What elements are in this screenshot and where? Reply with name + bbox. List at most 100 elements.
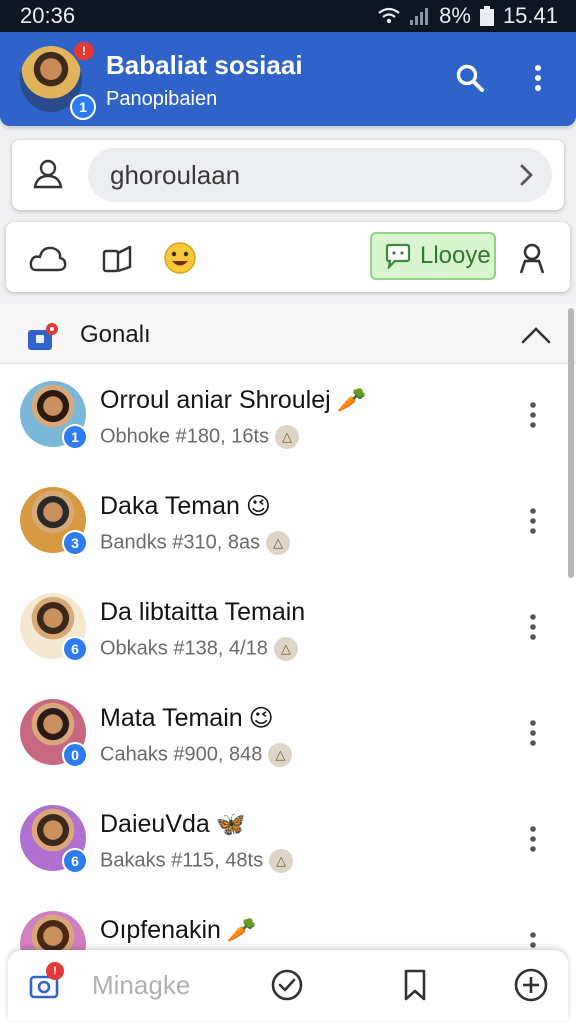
bookmark-icon bbox=[404, 969, 426, 1001]
emoji-icon bbox=[164, 242, 196, 274]
scrollbar[interactable] bbox=[568, 308, 574, 578]
search-card: ghoroulaan bbox=[12, 140, 564, 210]
contact-name-text: Mata Temain bbox=[100, 704, 243, 732]
contact-name-text: Oıpfenakin bbox=[100, 916, 221, 944]
check-circle-icon bbox=[271, 969, 303, 1001]
contact-emoji: 😉 bbox=[245, 493, 271, 520]
contact-name: Orroul aniar Shroulej 🥕 bbox=[100, 386, 367, 415]
contact-name: DaieuVda 🦋 bbox=[100, 810, 246, 839]
unread-badge: 1 bbox=[62, 424, 88, 450]
add-button[interactable] bbox=[510, 964, 552, 1006]
contact-meta-text: Bakaks #115, 48ts bbox=[100, 849, 264, 872]
group-title: Gonalı bbox=[80, 321, 151, 348]
contact-name: Mata Temain 😉 bbox=[100, 704, 274, 733]
reaction-icon: △ bbox=[273, 637, 298, 661]
plus-circle-icon bbox=[514, 968, 548, 1002]
page-subtitle: Panopibaien bbox=[106, 88, 218, 110]
more-vertical-icon bbox=[535, 65, 541, 91]
contact-meta: Cahaks #900, 848 △ bbox=[100, 743, 293, 767]
contact-row[interactable]: 1 Orroul aniar Shroulej 🥕 Obhoke #180, 16ts… bbox=[0, 364, 560, 470]
contact-more-button[interactable] bbox=[520, 716, 546, 750]
group-camera-icon bbox=[26, 320, 60, 350]
contact-row[interactable]: 0 Mata Temain 😉 Cahaks #900, 848 △ bbox=[0, 682, 560, 788]
contact-meta: Bandks #310, 8as △ bbox=[100, 531, 291, 555]
contact-more-button[interactable] bbox=[520, 504, 546, 538]
contact-name-text: Orroul aniar Shroulej bbox=[100, 386, 331, 414]
contact-more-button[interactable] bbox=[520, 610, 546, 644]
contact-emoji: 😉 bbox=[248, 705, 274, 732]
contact-emoji: 🦋 bbox=[215, 811, 246, 838]
cloud-button[interactable] bbox=[26, 236, 70, 280]
contact-name-text: Da libtaitta Temain bbox=[100, 598, 306, 626]
reaction-icon: △ bbox=[269, 849, 294, 873]
user-icon bbox=[519, 243, 545, 274]
notification-badge: ! bbox=[74, 42, 94, 60]
more-vertical-icon bbox=[530, 826, 536, 852]
battery-percent: 8% bbox=[439, 3, 471, 28]
share-button[interactable] bbox=[96, 236, 140, 280]
more-vertical-icon bbox=[530, 402, 536, 428]
contact-name: Oıpfenakin 🥕 bbox=[100, 916, 257, 945]
status-time: 20:36 bbox=[20, 3, 76, 28]
search-input[interactable]: ghoroulaan bbox=[88, 148, 552, 202]
status-icons: 8% 15.41 bbox=[377, 3, 558, 29]
more-button[interactable] bbox=[520, 60, 556, 96]
reaction-icon: △ bbox=[275, 425, 300, 449]
chevron-up-icon[interactable] bbox=[518, 318, 554, 354]
contact-more-button[interactable] bbox=[520, 822, 546, 856]
contact-row[interactable]: 6 Da libtaitta Temain Obkaks #138, 4/18 △ bbox=[0, 576, 560, 682]
toolbar-card: Llooye bbox=[6, 222, 570, 292]
contact-more-button[interactable] bbox=[520, 398, 546, 432]
contact-name: Daka Teman 😉 bbox=[100, 492, 271, 521]
chevron-right-icon[interactable] bbox=[516, 162, 536, 193]
contact-emoji: 🥕 bbox=[336, 387, 367, 414]
avatar-badge: 1 bbox=[70, 94, 96, 120]
reaction-icon: △ bbox=[266, 531, 291, 555]
cloud-icon bbox=[29, 246, 67, 272]
app-header: ! 1 Babaliat sosiaai Panopibaien bbox=[0, 32, 576, 126]
more-vertical-icon bbox=[530, 614, 536, 640]
battery-icon bbox=[479, 5, 495, 27]
contact-name-text: DaieuVda bbox=[100, 810, 210, 838]
unread-badge: 0 bbox=[62, 742, 88, 768]
share-icon bbox=[102, 245, 132, 273]
reaction-icon: △ bbox=[268, 743, 293, 767]
contact-meta-text: Obkaks #138, 4/18 bbox=[100, 637, 268, 660]
group-header[interactable]: Gonalı bbox=[0, 304, 576, 364]
more-vertical-icon bbox=[530, 720, 536, 746]
contact-name: Da libtaitta Temain bbox=[100, 598, 305, 627]
contact-row[interactable]: 3 Daka Teman 😉 Bandks #310, 8as △ bbox=[0, 470, 560, 576]
message-input[interactable]: Minagke bbox=[92, 970, 190, 1001]
emoji-button[interactable] bbox=[158, 236, 202, 280]
contact-meta-text: Obhoke #180, 16ts bbox=[100, 425, 270, 448]
unread-badge: 6 bbox=[62, 636, 88, 662]
signal-icon bbox=[409, 6, 431, 26]
compose-bar: ! Minagke bbox=[8, 950, 568, 1020]
contact-meta: Bakaks #115, 48ts △ bbox=[100, 849, 294, 873]
page-title: Babaliat sosiaai bbox=[106, 50, 303, 80]
unread-badge: 3 bbox=[62, 530, 88, 556]
search-button[interactable] bbox=[452, 60, 488, 96]
contact-meta: Obhoke #180, 16ts △ bbox=[100, 425, 300, 449]
contact-meta: Obkaks #138, 4/18 △ bbox=[100, 637, 298, 661]
contact-row[interactable]: 6 DaieuVda 🦋 Bakaks #115, 48ts △ bbox=[0, 788, 560, 894]
check-button[interactable] bbox=[266, 964, 308, 1006]
status-clock: 15.41 bbox=[502, 3, 558, 28]
unread-badge: 6 bbox=[62, 848, 88, 874]
more-vertical-icon bbox=[530, 508, 536, 534]
group-panel: Gonalı 1 Orroul aniar Shroulej 🥕 Obhoke #18… bbox=[0, 304, 576, 1024]
like-button[interactable]: Llooye bbox=[370, 232, 496, 280]
contact-emoji: 🥕 bbox=[226, 917, 257, 944]
user-button[interactable] bbox=[510, 236, 554, 280]
like-label: Llooye bbox=[420, 242, 491, 269]
contact-name-text: Daka Teman bbox=[100, 492, 240, 520]
contact-meta-text: Bandks #310, 8as bbox=[100, 531, 261, 554]
person-icon[interactable] bbox=[30, 156, 66, 197]
wifi-icon bbox=[377, 6, 401, 26]
camera-badge: ! bbox=[46, 962, 64, 980]
contact-meta-text: Cahaks #900, 848 bbox=[100, 743, 263, 766]
chat-icon bbox=[385, 243, 411, 269]
search-icon bbox=[456, 64, 484, 92]
status-bar: 20:36 8% 15.41 bbox=[0, 0, 576, 32]
bookmark-button[interactable] bbox=[394, 964, 436, 1006]
